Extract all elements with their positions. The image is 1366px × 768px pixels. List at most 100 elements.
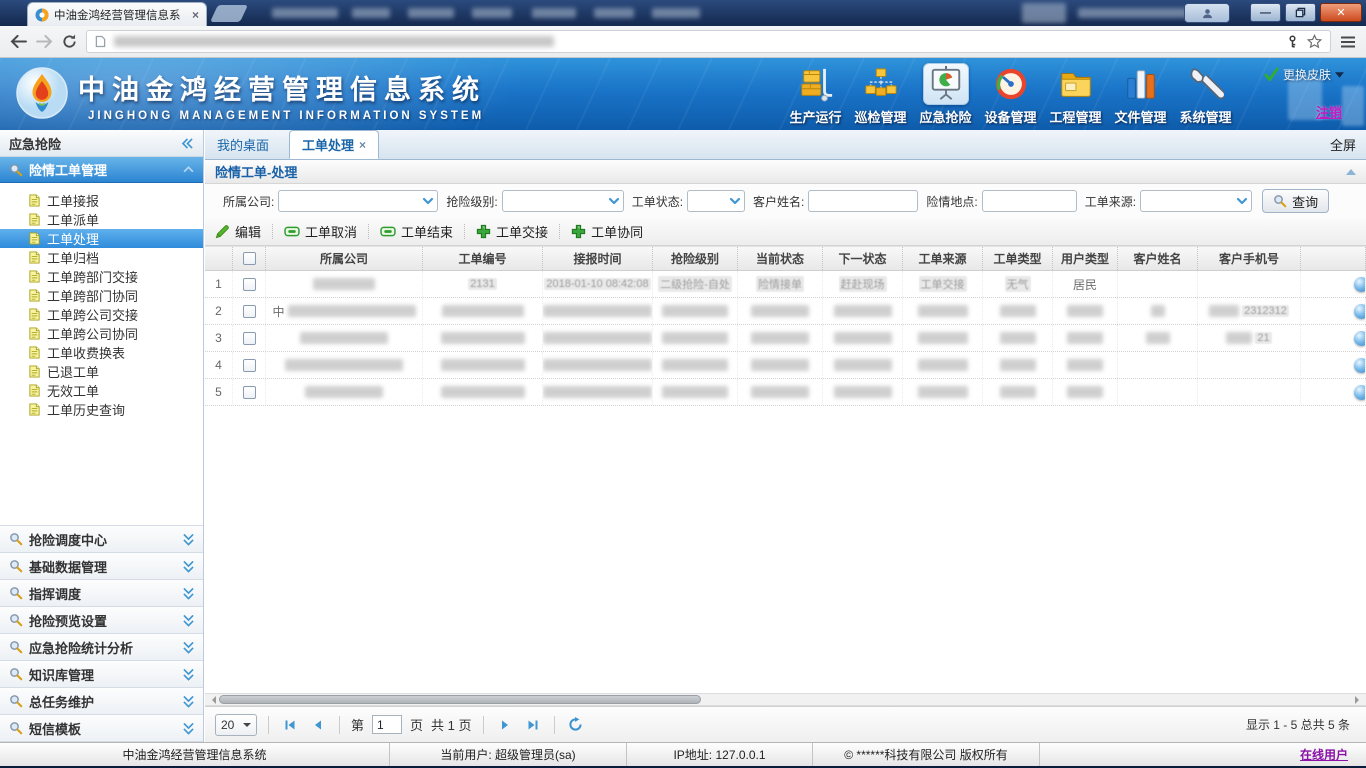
toolbar-order-handover-button[interactable]: 工单交接 (476, 222, 548, 241)
nav-emergency-rescue[interactable]: 应急抢险 (913, 60, 978, 128)
tab-my-desktop[interactable]: 我的桌面 (205, 130, 281, 159)
nav-system-mgmt[interactable]: 系统管理 (1173, 60, 1238, 128)
close-button[interactable]: ✕ (1320, 3, 1362, 22)
horizontal-scrollbar[interactable] (205, 693, 1366, 706)
row-checkbox[interactable] (243, 332, 256, 345)
table-row[interactable]: 4 (205, 352, 1366, 379)
key-icon[interactable] (1286, 35, 1299, 48)
forward-icon[interactable] (36, 35, 53, 48)
select-all-checkbox[interactable] (243, 252, 256, 265)
view-sphere-icon[interactable] (1354, 331, 1366, 346)
toolbar-order-finish-button[interactable]: 工单结束 (380, 222, 453, 241)
tab-close-icon[interactable]: × (359, 138, 366, 152)
nav-inspection-mgmt[interactable]: 巡检管理 (848, 60, 913, 128)
column-header: 客户手机号 (1198, 247, 1301, 270)
sidebar-section-command-dispatch[interactable]: 指挥调度 (0, 580, 203, 607)
filter-customer-name-input[interactable] (808, 190, 918, 212)
sidebar-item-order-archive[interactable]: 工单归档 (0, 248, 203, 267)
first-page-icon[interactable] (280, 715, 300, 735)
sidebar-section-emergency-stats-analysis[interactable]: 应急抢险统计分析 (0, 634, 203, 661)
filter-danger-location-input[interactable] (982, 190, 1077, 212)
new-tab-button[interactable] (210, 5, 248, 22)
sidebar-item-order-dispatch[interactable]: 工单派单 (0, 210, 203, 229)
sidebar-section-rescue-preview-settings[interactable]: 抢险预览设置 (0, 607, 203, 634)
row-checkbox[interactable] (243, 359, 256, 372)
logout-link[interactable]: 注销 (1316, 102, 1342, 121)
sidebar-section-rescue-dispatch-center[interactable]: 抢险调度中心 (0, 526, 203, 553)
sidebar-item-order-fee-meter-change[interactable]: 工单收费换表 (0, 343, 203, 362)
nav-file-mgmt[interactable]: 文件管理 (1108, 60, 1173, 128)
row-checkbox[interactable] (243, 305, 256, 318)
page-size-select[interactable]: 20 (215, 714, 257, 736)
scroll-left-icon[interactable] (208, 696, 216, 704)
sidebar-item-invalid-orders[interactable]: 无效工单 (0, 381, 203, 400)
table-row[interactable]: 321 (205, 325, 1366, 352)
table-row[interactable]: 5 (205, 379, 1366, 406)
tab-order-process[interactable]: 工单处理 × (289, 130, 379, 159)
filter-company-select[interactable] (278, 190, 438, 212)
reload-icon[interactable] (62, 34, 77, 49)
view-sphere-icon[interactable] (1354, 277, 1366, 292)
toolbar-order-collab-button[interactable]: 工单协同 (571, 222, 643, 241)
sidebar-item-order-cross-company-collab[interactable]: 工单跨公司协同 (0, 324, 203, 343)
page-number-input[interactable]: 1 (372, 715, 402, 734)
sidebar-item-order-cross-dept-handover[interactable]: 工单跨部门交接 (0, 267, 203, 286)
sidebar-item-order-cross-dept-collab[interactable]: 工单跨部门协同 (0, 286, 203, 305)
pagination-summary: 显示 1 - 5 总共 5 条 (1246, 716, 1350, 733)
nav-equipment-mgmt[interactable]: 设备管理 (978, 60, 1043, 128)
change-skin-button[interactable]: 更换皮肤 (1264, 66, 1344, 83)
sidebar-section-sms-template[interactable]: 短信模板 (0, 715, 203, 742)
row-checkbox[interactable] (243, 278, 256, 291)
redacted-value (834, 305, 892, 317)
sidebar-item-order-cross-company-handover[interactable]: 工单跨公司交接 (0, 305, 203, 324)
last-page-icon[interactable] (523, 715, 543, 735)
next-page-icon[interactable] (495, 715, 515, 735)
table-row[interactable]: 2中2312312 (205, 298, 1366, 325)
filter-order-status-select[interactable] (687, 190, 745, 212)
row-checkbox[interactable] (243, 386, 256, 399)
bookmark-star-icon[interactable] (1307, 34, 1322, 49)
scroll-right-icon[interactable] (1355, 696, 1363, 704)
search-button[interactable]: 查询 (1262, 189, 1329, 213)
nav-system-mgmt-label: 系统管理 (1179, 107, 1231, 126)
refresh-icon[interactable] (566, 715, 586, 735)
filter-rescue-level-select[interactable] (502, 190, 624, 212)
toolbar-order-cancel-button[interactable]: 工单取消 (284, 222, 357, 241)
browser-tab[interactable]: 中油金鸿经营管理信息系 × (27, 2, 207, 26)
sidebar-section-base-data-mgmt[interactable]: 基础数据管理 (0, 553, 203, 580)
scrollbar-thumb[interactable] (219, 695, 701, 704)
table-row[interactable]: 121312018-01-10 08:42:08二级抢险-自处险情接单赶赴现场工… (205, 271, 1366, 298)
url-input[interactable] (86, 30, 1331, 53)
view-sphere-icon[interactable] (1354, 304, 1366, 319)
tab-close-icon[interactable]: × (192, 8, 199, 22)
sidebar-item-returned-orders[interactable]: 已退工单 (0, 362, 203, 381)
collapse-sidebar-icon[interactable] (181, 138, 194, 149)
nav-production-run[interactable]: 生产运行 (783, 60, 848, 128)
fullscreen-button[interactable]: 全屏 (1326, 129, 1356, 159)
panel-title: 险情工单-处理 (215, 162, 297, 181)
nav-production-run-label: 生产运行 (789, 107, 841, 126)
maximize-button[interactable] (1285, 3, 1316, 22)
filter-label-rescue-level: 抢险级别: (446, 193, 497, 210)
minimize-button[interactable]: — (1250, 3, 1281, 22)
sidebar-item-order-report[interactable]: 工单接报 (0, 191, 203, 210)
sidebar-section-knowledge-base-mgmt[interactable]: 知识库管理 (0, 661, 203, 688)
sidebar-section-task-maintenance[interactable]: 总任务维护 (0, 688, 203, 715)
sidebar-item-order-history-query[interactable]: 工单历史查询 (0, 400, 203, 419)
sidebar-section-order-mgmt[interactable]: 险情工单管理 (0, 157, 203, 183)
browser-menu-icon[interactable] (1340, 35, 1356, 49)
toolbar-edit-button[interactable]: 编辑 (215, 222, 261, 241)
prev-page-icon[interactable] (308, 715, 328, 735)
view-sphere-icon[interactable] (1354, 385, 1366, 400)
filter-order-source-select[interactable] (1140, 190, 1252, 212)
chevron-down-icon (728, 195, 742, 207)
nav-project-mgmt[interactable]: 工程管理 (1043, 60, 1108, 128)
table-cell (423, 379, 543, 405)
online-users-link[interactable]: 在线用户 (1300, 746, 1348, 763)
back-icon[interactable] (10, 35, 27, 48)
cell-value: 2131 (468, 278, 496, 290)
view-sphere-icon[interactable] (1354, 358, 1366, 373)
sidebar-item-order-process[interactable]: 工单处理 (0, 229, 203, 248)
browser-user-button[interactable] (1184, 3, 1230, 23)
collapse-panel-icon[interactable] (1346, 169, 1356, 175)
